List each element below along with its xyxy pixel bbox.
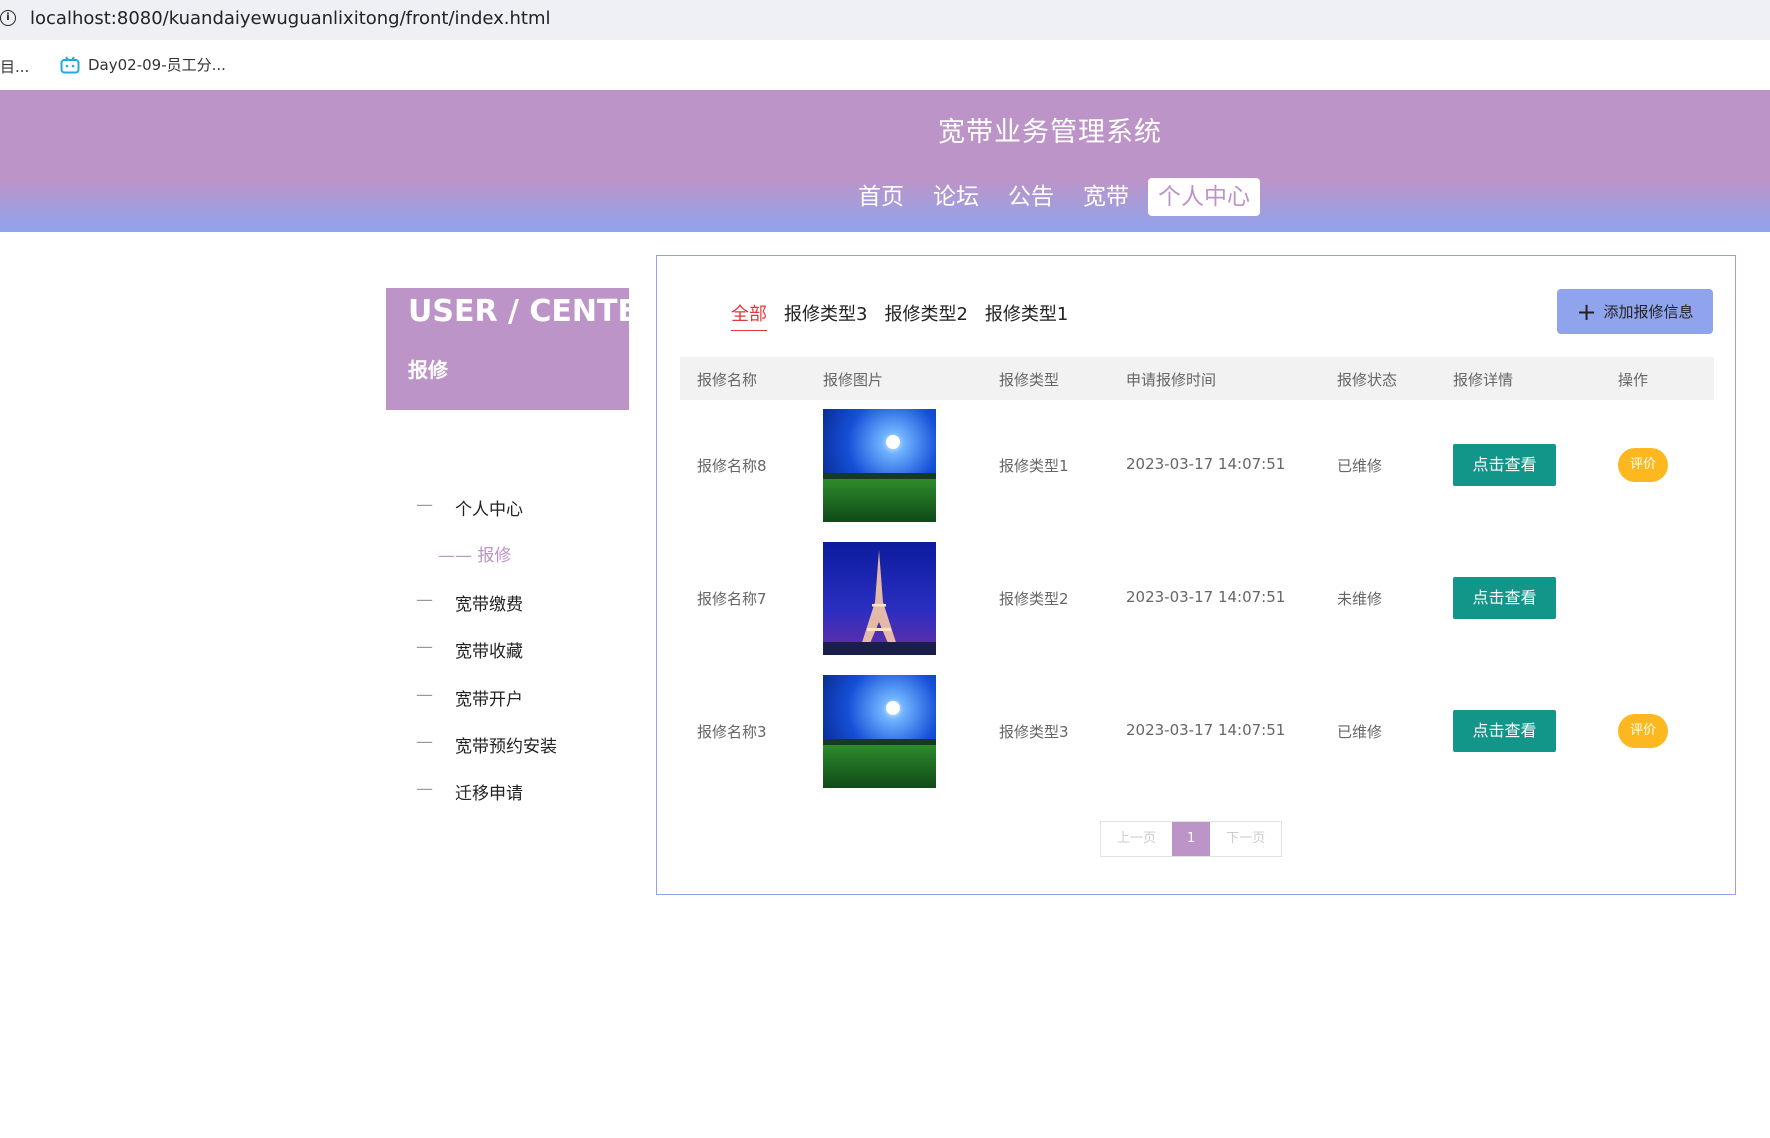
bookmark-truncated[interactable]: 目... <box>0 56 29 77</box>
repair-type: 报修类型2 <box>999 590 1069 608</box>
next-page-button[interactable]: 下一页 <box>1210 822 1281 856</box>
col-name: 报修名称 <box>697 371 758 389</box>
dash-marker: — <box>416 590 433 610</box>
tab-all[interactable]: 全部 <box>731 300 767 331</box>
dash-marker: — <box>416 685 433 705</box>
repair-name: 报修名称3 <box>697 723 767 741</box>
side-item-label: 宽带预约安装 <box>455 737 557 757</box>
user-center-banner: USER / CENTER 报修 <box>386 288 661 410</box>
nav-forum[interactable]: 论坛 <box>923 178 989 216</box>
col-action: 操作 <box>1618 371 1649 389</box>
repair-time: 2023-03-17 14:07:51 <box>1126 721 1286 739</box>
view-detail-button[interactable]: 点击查看 <box>1453 710 1556 752</box>
pagination: 上一页 1 下一页 <box>1100 821 1283 857</box>
repair-time: 2023-03-17 14:07:51 <box>1126 588 1286 606</box>
col-detail: 报修详情 <box>1453 371 1514 389</box>
site-title: 宽带业务管理系统 <box>938 117 1162 148</box>
side-item-label: 宽带收藏 <box>455 642 523 662</box>
view-detail-button[interactable]: 点击查看 <box>1453 444 1556 486</box>
repair-status: 未维修 <box>1337 590 1383 608</box>
add-repair-label: 添加报修信息 <box>1603 303 1694 321</box>
dash-marker: — <box>416 732 433 752</box>
repair-panel: 全部 报修类型3 报修类型2 报修类型1 + 添加报修信息 报修名称 报修图片 … <box>656 255 1736 895</box>
user-center-subtitle: 报修 <box>408 358 448 382</box>
bookmark-item[interactable]: Day02-09-员工分... <box>60 54 226 75</box>
bookmark-label: Day02-09-员工分... <box>88 56 226 74</box>
browser-url-bar[interactable]: i localhost:8080/kuandaiyewuguanlixitong… <box>0 0 1770 40</box>
table-header: 报修名称 报修图片 报修类型 申请报修时间 报修状态 报修详情 操作 <box>680 357 1714 400</box>
col-type: 报修类型 <box>999 371 1060 389</box>
repair-status: 已维修 <box>1337 457 1383 475</box>
side-item-label: 迁移申请 <box>455 784 523 804</box>
site-header: 宽带业务管理系统 首页 论坛 公告 宽带 个人中心 <box>0 90 1770 232</box>
dash-marker: — <box>416 779 433 799</box>
nav-broadband[interactable]: 宽带 <box>1073 178 1139 216</box>
rate-button[interactable]: 评价 <box>1618 448 1668 482</box>
repair-image <box>823 675 936 788</box>
site-info-icon[interactable]: i <box>0 10 16 26</box>
repair-time: 2023-03-17 14:07:51 <box>1126 455 1286 473</box>
dash-marker: — <box>416 637 433 657</box>
nav-notice[interactable]: 公告 <box>998 178 1064 216</box>
prev-page-button[interactable]: 上一页 <box>1101 822 1172 856</box>
side-item-label: 宽带缴费 <box>455 595 523 615</box>
page-number-current[interactable]: 1 <box>1172 822 1211 856</box>
nav-home[interactable]: 首页 <box>848 178 914 216</box>
col-image: 报修图片 <box>823 371 884 389</box>
table-row: 报修名称7 报修类型2 2023-03-17 14:07:51 未维修 点击查看 <box>680 542 1714 675</box>
repair-image <box>823 542 936 655</box>
nav-user-center[interactable]: 个人中心 <box>1148 178 1260 216</box>
repair-status: 已维修 <box>1337 723 1383 741</box>
bilibili-icon <box>60 55 80 74</box>
add-repair-button[interactable]: + 添加报修信息 <box>1557 289 1713 334</box>
dash-marker: — <box>416 495 433 515</box>
main-nav: 首页 论坛 公告 宽带 个人中心 <box>848 178 1269 216</box>
rate-button[interactable]: 评价 <box>1618 714 1668 748</box>
side-subitem-repair[interactable]: —— 报修 <box>438 541 511 566</box>
col-time: 申请报修时间 <box>1126 371 1217 389</box>
bookmarks-bar: 目... Day02-09-员工分... <box>0 40 1770 90</box>
col-status: 报修状态 <box>1337 371 1398 389</box>
repair-type: 报修类型1 <box>999 457 1069 475</box>
view-detail-button[interactable]: 点击查看 <box>1453 577 1556 619</box>
table-row: 报修名称3 报修类型3 2023-03-17 14:07:51 已维修 点击查看… <box>680 675 1714 808</box>
side-item-label: 个人中心 <box>455 500 523 520</box>
url-text[interactable]: localhost:8080/kuandaiyewuguanlixitong/f… <box>30 8 551 29</box>
plus-icon: + <box>1576 297 1597 326</box>
user-center-title: USER / CENTER <box>408 294 662 329</box>
repair-name: 报修名称7 <box>697 590 767 608</box>
repair-image <box>823 409 936 522</box>
tab-type1[interactable]: 报修类型1 <box>985 300 1068 331</box>
tab-type2[interactable]: 报修类型2 <box>884 300 967 331</box>
repair-type: 报修类型3 <box>999 723 1069 741</box>
repair-name: 报修名称8 <box>697 457 767 475</box>
repair-type-tabs: 全部 报修类型3 报修类型2 报修类型1 <box>731 300 1085 331</box>
table-row: 报修名称8 报修类型1 2023-03-17 14:07:51 已维修 点击查看… <box>680 409 1714 542</box>
side-item-label: 宽带开户 <box>455 690 523 710</box>
tab-type3[interactable]: 报修类型3 <box>784 300 867 331</box>
